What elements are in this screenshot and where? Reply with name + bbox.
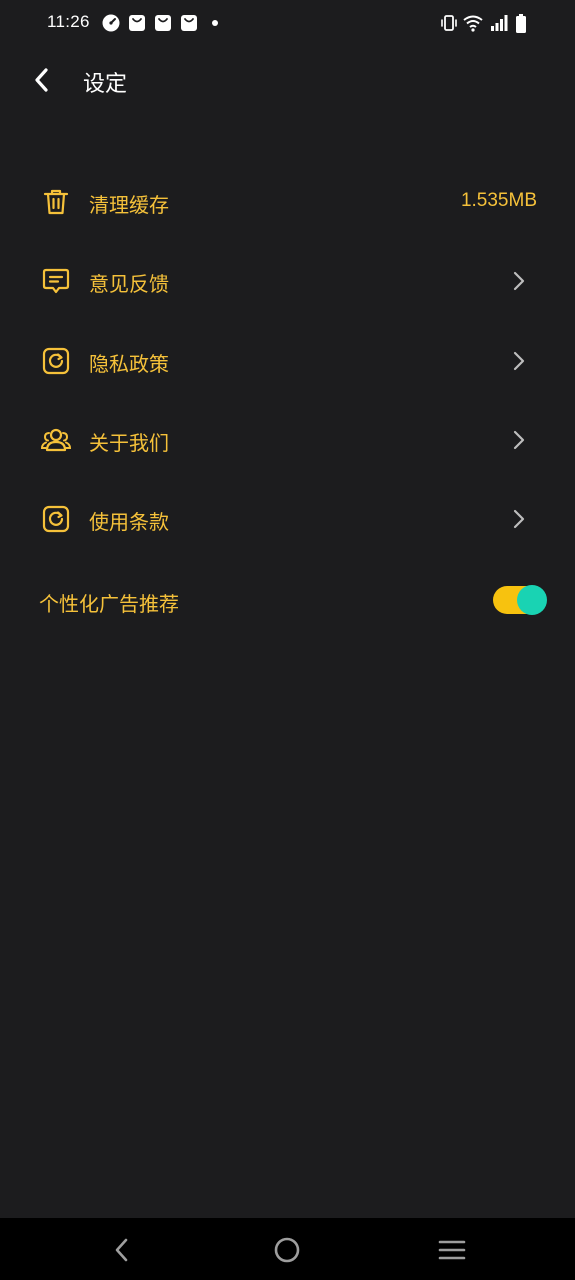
chevron-right-icon <box>513 272 525 291</box>
nav-home-icon <box>274 1237 300 1263</box>
system-navigation-bar <box>0 1218 575 1280</box>
settings-item-terms-of-use[interactable]: 使用条款 <box>0 479 575 558</box>
toggle-knob <box>517 585 547 615</box>
speedometer-icon <box>102 14 120 32</box>
cache-size-value: 1.535MB <box>460 190 537 211</box>
nav-menu-button[interactable] <box>436 1234 468 1266</box>
chevron-right-icon <box>513 351 525 370</box>
nav-menu-icon <box>438 1240 466 1260</box>
chevron-right-icon <box>513 510 525 529</box>
personalized-ads-label: 个性化广告推荐 <box>39 592 179 616</box>
chevron-left-icon <box>35 68 48 92</box>
status-bar: 11:26 <box>0 0 575 46</box>
shopping-bag-icon <box>129 15 145 31</box>
dot-icon <box>212 20 218 26</box>
nav-back-icon <box>115 1238 128 1262</box>
personalized-ads-row: 个性化广告推荐 <box>0 574 575 626</box>
settings-item-privacy-policy[interactable]: 隐私政策 <box>0 321 575 400</box>
settings-item-label: 使用条款 <box>89 510 169 535</box>
shopping-bag-icon <box>155 15 171 31</box>
settings-item-label: 意见反馈 <box>89 272 169 297</box>
terms-icon <box>42 506 70 533</box>
settings-item-clear-cache[interactable]: 清理缓存 1.535MB <box>0 162 575 241</box>
settings-item-label: 隐私政策 <box>89 351 169 376</box>
vibrate-icon <box>441 15 457 31</box>
battery-icon <box>516 14 526 33</box>
settings-item-label: 关于我们 <box>89 430 169 455</box>
chevron-right-icon <box>513 430 525 449</box>
nav-home-button[interactable] <box>271 1234 303 1266</box>
header: 设定 <box>0 50 575 112</box>
settings-item-feedback[interactable]: 意见反馈 <box>0 241 575 320</box>
page-title: 设定 <box>83 72 128 97</box>
back-button[interactable] <box>26 64 58 96</box>
signal-icon <box>491 15 508 31</box>
personalized-ads-toggle[interactable] <box>493 585 547 615</box>
status-time: 11:26 <box>47 12 90 31</box>
settings-item-label: 清理缓存 <box>89 193 169 217</box>
wifi-icon <box>463 15 483 32</box>
privacy-icon <box>42 347 70 374</box>
settings-list: 清理缓存 1.535MB 意见反馈 隐私政策 关于我们 使用条款 <box>0 162 575 558</box>
settings-item-about-us[interactable]: 关于我们 <box>0 400 575 479</box>
trash-icon <box>43 189 69 215</box>
nav-back-button[interactable] <box>106 1234 138 1266</box>
feedback-icon <box>42 269 70 294</box>
users-icon <box>40 428 72 451</box>
shopping-bag-icon <box>181 15 197 31</box>
